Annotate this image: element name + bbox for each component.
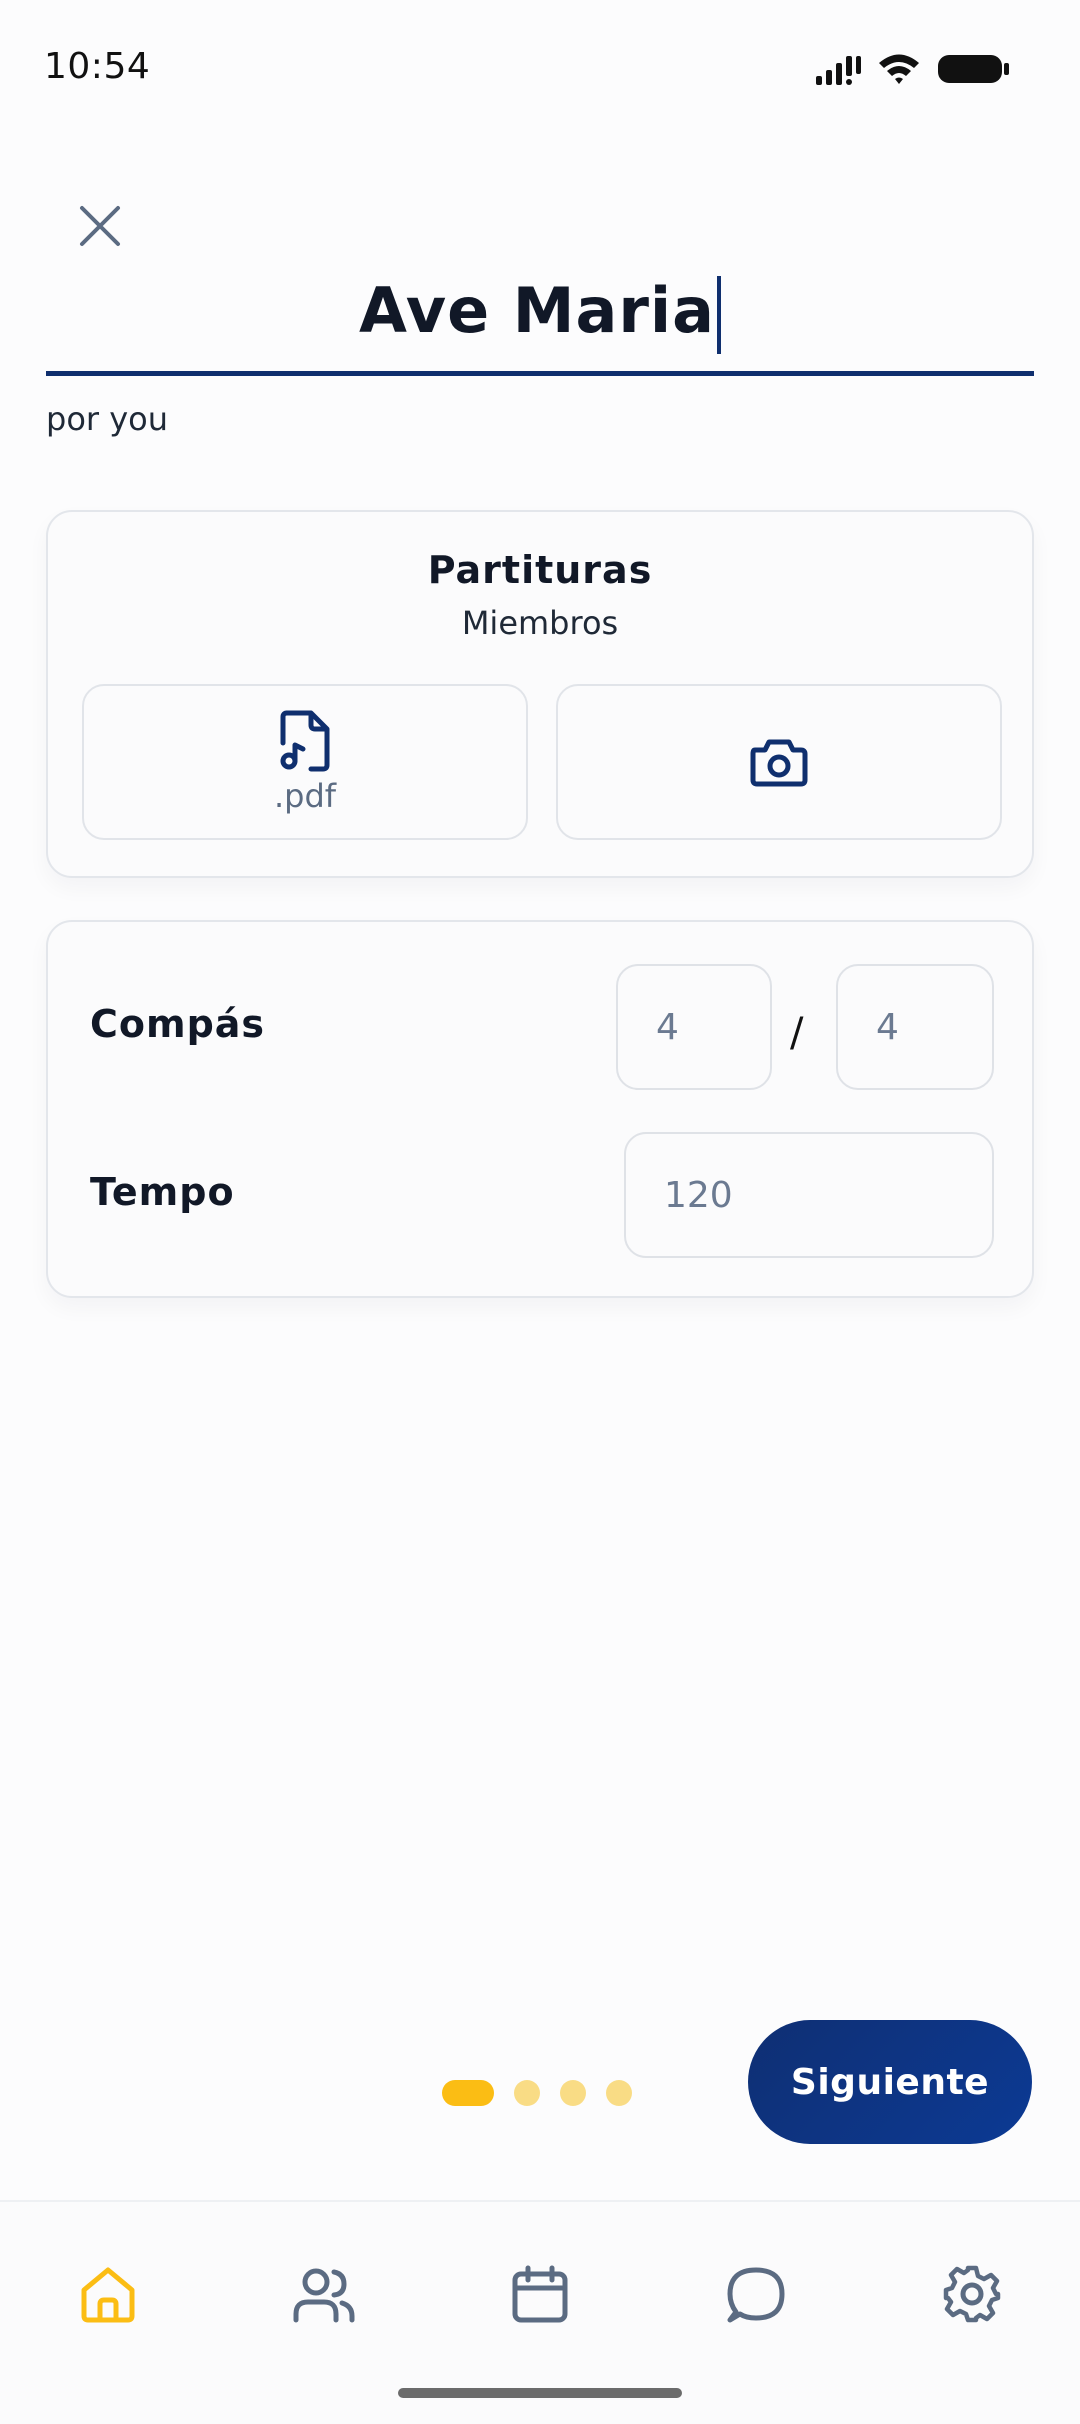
battery-icon [938, 55, 1009, 83]
song-title-text: Ave Maria [358, 274, 716, 347]
users-icon [293, 2268, 355, 2323]
tempo-label: Tempo [90, 1170, 235, 1214]
tempo-input[interactable]: 120 [624, 1132, 994, 1258]
time-signature-denominator-input[interactable]: 4 [836, 964, 994, 1090]
song-title: Ave Maria [46, 274, 1034, 354]
scores-subtitle: Miembros [461, 604, 619, 642]
time-signature-numerator-input[interactable]: 4 [616, 964, 772, 1090]
nav-home[interactable] [68, 2254, 148, 2334]
upload-pdf-button[interactable]: .pdf [82, 684, 528, 840]
step-indicator [442, 2080, 632, 2106]
scores-title: Partituras [427, 548, 653, 592]
nav-settings[interactable] [932, 2254, 1012, 2334]
nav-members[interactable] [284, 2254, 364, 2334]
signal-icon [816, 56, 861, 85]
camera-button[interactable] [556, 684, 1002, 840]
time-signature-numerator-value: 4 [656, 1006, 679, 1048]
status-bar: 10:54 [0, 0, 1080, 140]
author-label: por you [46, 400, 169, 438]
step-dot-1 [442, 2080, 494, 2106]
wifi-icon [879, 54, 919, 84]
time-signature-denominator-value: 4 [876, 1006, 899, 1048]
time-signature-separator: / [790, 1010, 804, 1056]
home-icon [81, 2267, 135, 2323]
camera-icon [750, 739, 808, 787]
tempo-value: 120 [664, 1174, 733, 1216]
scores-card: Partituras Miembros .pdf [46, 510, 1034, 878]
settings-icon [943, 2265, 1001, 2323]
close-icon [80, 206, 120, 246]
text-caret [717, 275, 722, 354]
status-time: 10:54 [44, 46, 151, 87]
song-settings-card: Compás 4 / 4 Tempo 120 [46, 920, 1034, 1298]
step-dot-3 [560, 2080, 586, 2106]
calendar-icon [512, 2265, 568, 2323]
next-button[interactable]: Siguiente [748, 2020, 1032, 2144]
song-title-input[interactable]: Ave Maria [46, 268, 1034, 376]
home-indicator[interactable] [398, 2388, 682, 2398]
nav-calendar[interactable] [500, 2254, 580, 2334]
chat-icon [727, 2267, 785, 2323]
time-signature-label: Compás [90, 1002, 266, 1046]
step-dot-2 [514, 2080, 540, 2106]
nav-chat[interactable] [716, 2254, 796, 2334]
music-file-icon [280, 710, 330, 772]
close-button[interactable] [70, 196, 130, 256]
step-dot-4 [606, 2080, 632, 2106]
status-icons [814, 52, 1010, 86]
pdf-label: .pdf [273, 777, 337, 815]
